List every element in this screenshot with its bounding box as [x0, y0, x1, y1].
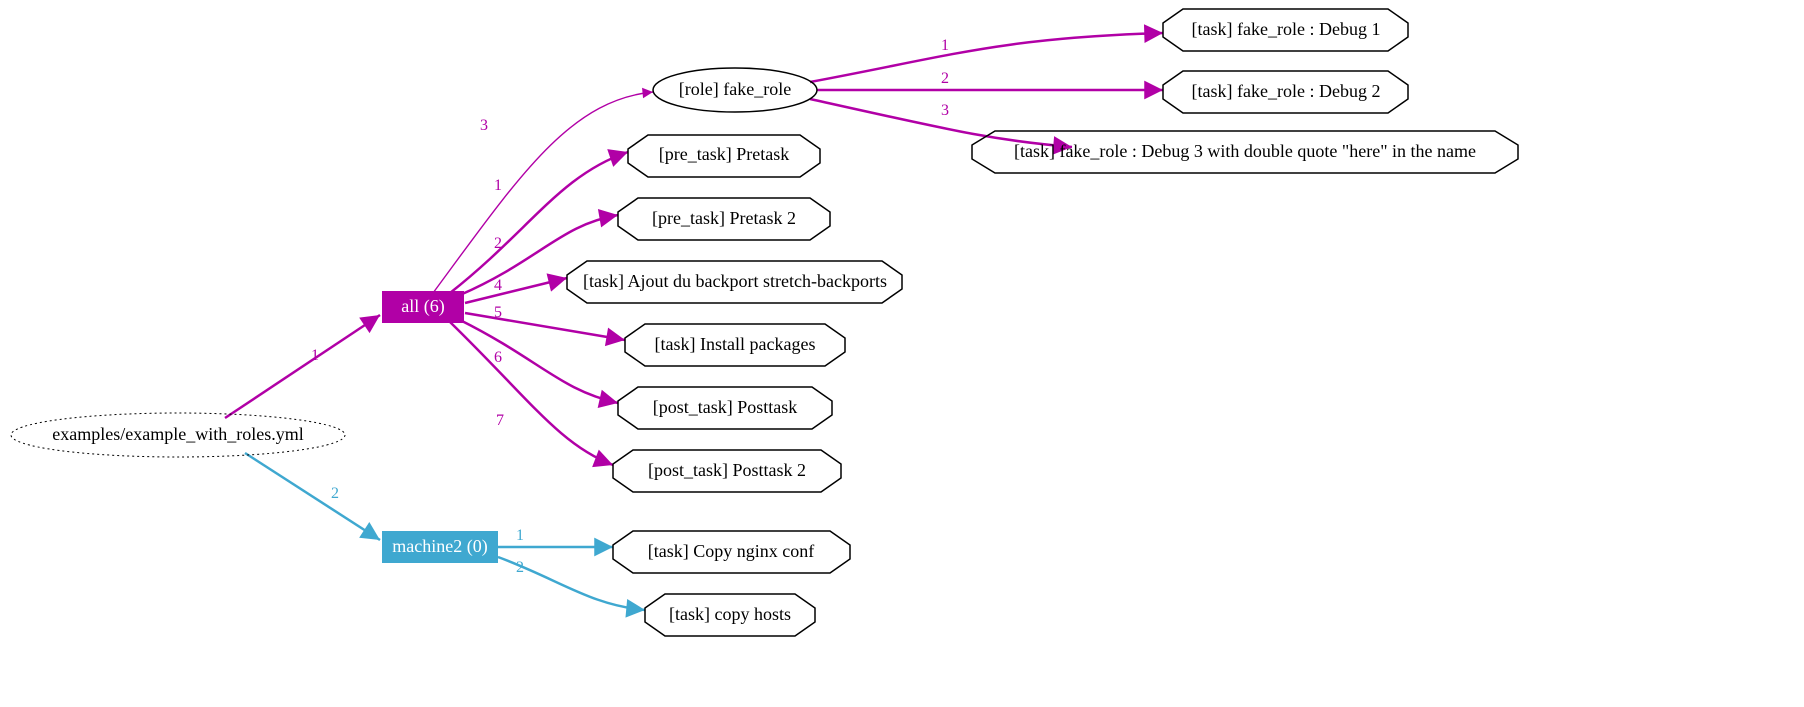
edge-role-debug3: 3	[810, 99, 1072, 147]
edge-label: 2	[494, 235, 502, 252]
edge-all-role: 3	[433, 92, 653, 293]
edge-label: 1	[494, 177, 502, 194]
node-label: [task] Install packages	[655, 334, 816, 354]
edge-label: 7	[496, 412, 504, 429]
node-posttask1: [post_task] Posttask	[618, 387, 832, 429]
node-label: [task] Ajout du backport stretch-backpor…	[583, 271, 887, 291]
node-pretask1: [pre_task] Pretask	[628, 135, 820, 177]
node-label: all (6)	[401, 296, 444, 317]
edge-all-posttask1: 6	[460, 320, 618, 403]
edge-label: 4	[494, 277, 502, 294]
edge-label: 2	[941, 70, 949, 87]
node-posttask2: [post_task] Posttask 2	[613, 450, 841, 492]
node-hosts: [task] copy hosts	[645, 594, 815, 636]
edge-root-machine2: 2	[245, 453, 380, 540]
edge-label: 2	[516, 559, 524, 576]
edge-all-backport: 4	[465, 277, 567, 303]
edge-label: 1	[516, 527, 524, 544]
edge-root-all: 1	[225, 315, 380, 418]
node-label: [task] fake_role : Debug 1	[1192, 19, 1381, 39]
edge-role-debug2: 2	[817, 70, 1163, 90]
node-label: [task] Copy nginx conf	[648, 541, 814, 561]
node-label: [task] fake_role : Debug 2	[1192, 81, 1381, 101]
edge-machine2-nginx: 1	[498, 527, 613, 547]
node-debug2: [task] fake_role : Debug 2	[1163, 71, 1408, 113]
edge-label: 6	[494, 349, 502, 366]
node-debug3: [task] fake_role : Debug 3 with double q…	[972, 131, 1518, 173]
node-label: [task] copy hosts	[669, 604, 791, 624]
node-label: examples/example_with_roles.yml	[52, 424, 303, 444]
node-label: [pre_task] Pretask 2	[652, 208, 796, 228]
edge-label: 1	[311, 347, 319, 364]
edge-label: 2	[331, 485, 339, 502]
node-root-playbook: examples/example_with_roles.yml	[11, 413, 345, 457]
node-label: [role] fake_role	[679, 79, 791, 99]
node-nginx: [task] Copy nginx conf	[613, 531, 850, 573]
node-debug1: [task] fake_role : Debug 1	[1163, 9, 1408, 51]
node-backport: [task] Ajout du backport stretch-backpor…	[567, 261, 902, 303]
edge-label: 5	[494, 304, 502, 321]
node-label: [pre_task] Pretask	[659, 144, 789, 164]
node-pretask2: [pre_task] Pretask 2	[618, 198, 830, 240]
node-label: [task] fake_role : Debug 3 with double q…	[1014, 141, 1476, 161]
node-play-machine2: machine2 (0)	[382, 531, 498, 563]
node-label: machine2 (0)	[392, 536, 487, 557]
edge-label: 1	[941, 37, 949, 54]
node-install: [task] Install packages	[625, 324, 845, 366]
edge-label: 3	[941, 102, 949, 119]
edge-machine2-hosts: 2	[498, 557, 645, 610]
node-label: [post_task] Posttask 2	[648, 460, 806, 480]
node-label: [post_task] Posttask	[653, 397, 798, 417]
edge-role-debug1: 1	[810, 33, 1163, 82]
node-role: [role] fake_role	[653, 68, 817, 112]
edge-label: 3	[480, 117, 488, 134]
node-play-all: all (6)	[382, 291, 464, 323]
